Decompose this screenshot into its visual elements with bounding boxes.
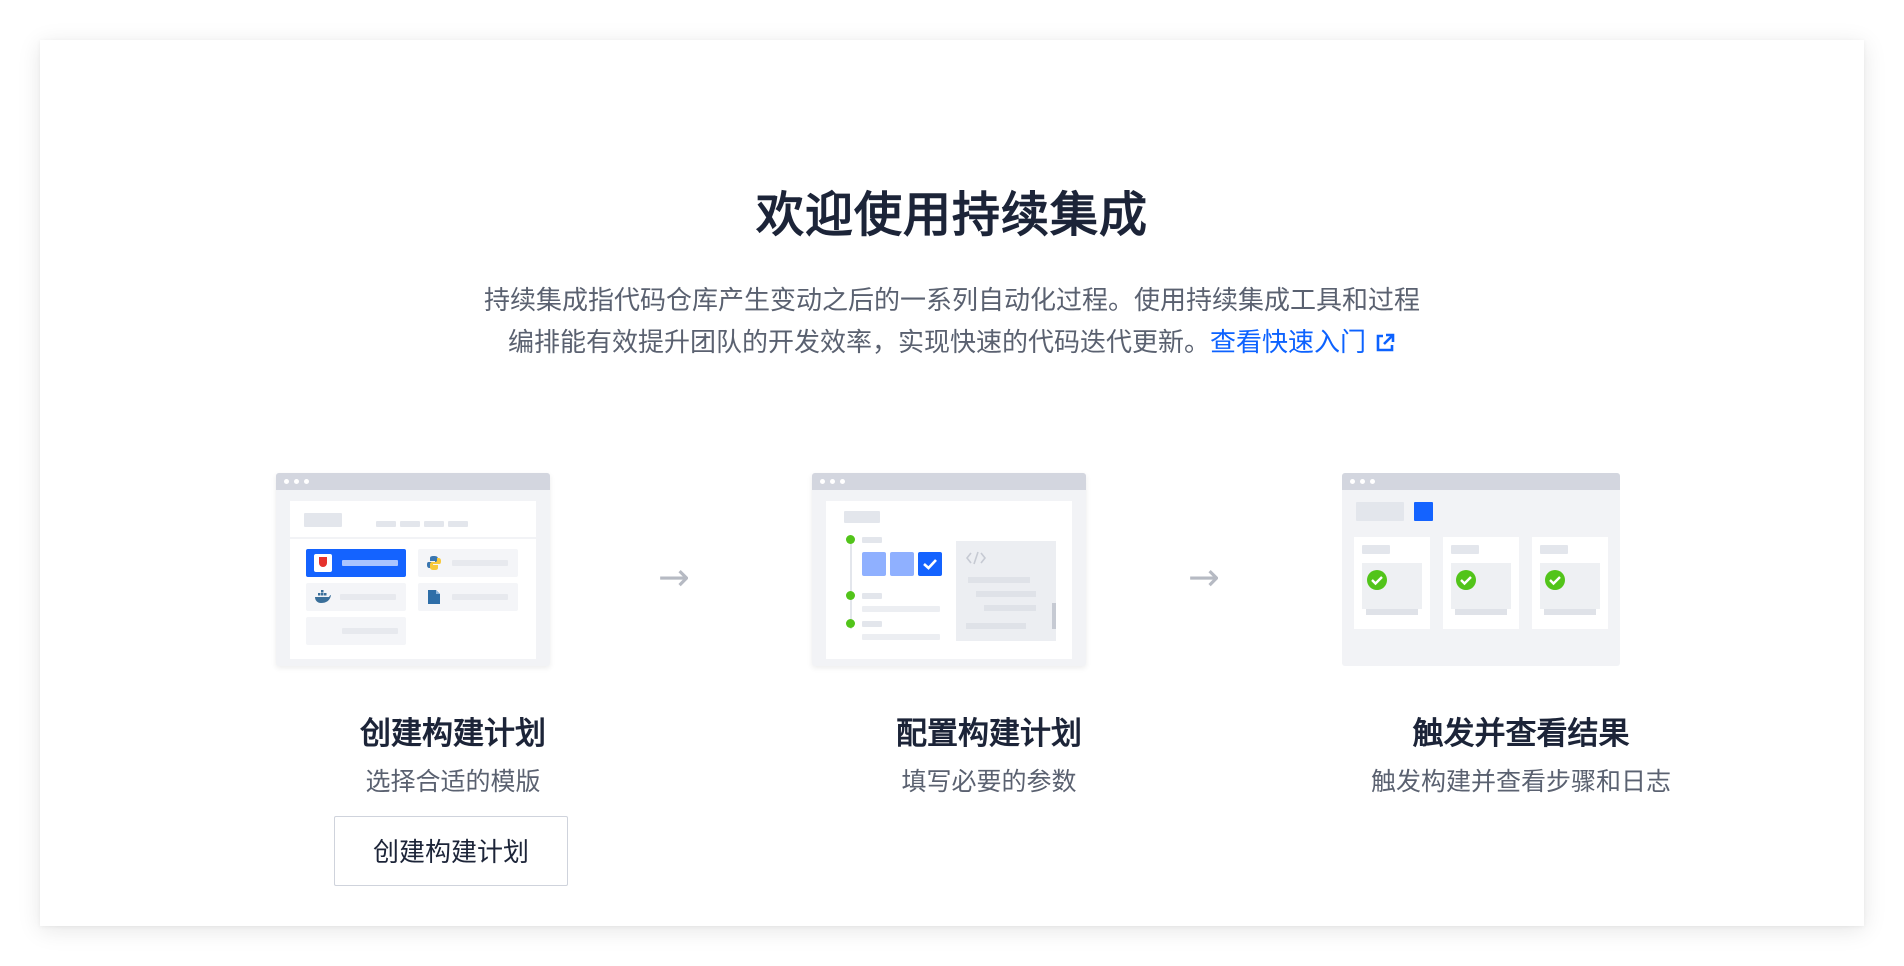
arrow-right-icon: → bbox=[658, 555, 690, 599]
welcome-card: 欢迎使用持续集成 持续集成指代码仓库产生变动之后的一系列自动化过程。使用持续集成… bbox=[40, 40, 1864, 926]
step-subtitle-configure: 填写必要的参数 bbox=[901, 767, 1077, 796]
success-check-icon bbox=[1367, 570, 1387, 590]
step-subtitle-create: 选择合适的模版 bbox=[365, 767, 541, 796]
job-card bbox=[1532, 537, 1608, 629]
template-picker-illustration bbox=[276, 473, 550, 666]
config-form-illustration bbox=[812, 473, 1086, 666]
step-title-trigger: 触发并查看结果 bbox=[1412, 716, 1630, 752]
step-subtitle-trigger: 触发构建并查看步骤和日志 bbox=[1370, 767, 1671, 796]
docker-icon bbox=[315, 590, 331, 603]
file-icon bbox=[428, 590, 440, 604]
code-editor-panel bbox=[956, 541, 1056, 641]
job-card bbox=[1443, 537, 1519, 629]
build-results-illustration bbox=[1342, 473, 1620, 666]
code-icon bbox=[966, 551, 986, 565]
python-icon bbox=[427, 556, 441, 570]
step-title-configure: 配置构建计划 bbox=[896, 716, 1082, 752]
description-line-2: 编排能有效提升团队的开发效率，实现快速的代码迭代更新。查看快速入门 bbox=[40, 322, 1864, 364]
step-title-create: 创建构建计划 bbox=[360, 716, 546, 752]
success-check-icon bbox=[1545, 570, 1565, 590]
success-check-icon bbox=[1456, 570, 1476, 590]
job-card bbox=[1354, 537, 1430, 629]
java-template-card bbox=[306, 549, 406, 577]
intro-description: 持续集成指代码仓库产生变动之后的一系列自动化过程。使用持续集成工具和过程 编排能… bbox=[40, 280, 1864, 364]
external-link-icon bbox=[1376, 333, 1395, 352]
description-line-1: 持续集成指代码仓库产生变动之后的一系列自动化过程。使用持续集成工具和过程 bbox=[483, 286, 1420, 316]
java-icon bbox=[314, 554, 332, 572]
quickstart-link[interactable]: 查看快速入门 bbox=[1210, 328, 1396, 358]
checkbox-icon bbox=[918, 552, 942, 576]
create-build-plan-button[interactable]: 创建构建计划 bbox=[334, 816, 568, 886]
page-title: 欢迎使用持续集成 bbox=[755, 187, 1148, 243]
arrow-right-icon: → bbox=[1188, 555, 1220, 599]
